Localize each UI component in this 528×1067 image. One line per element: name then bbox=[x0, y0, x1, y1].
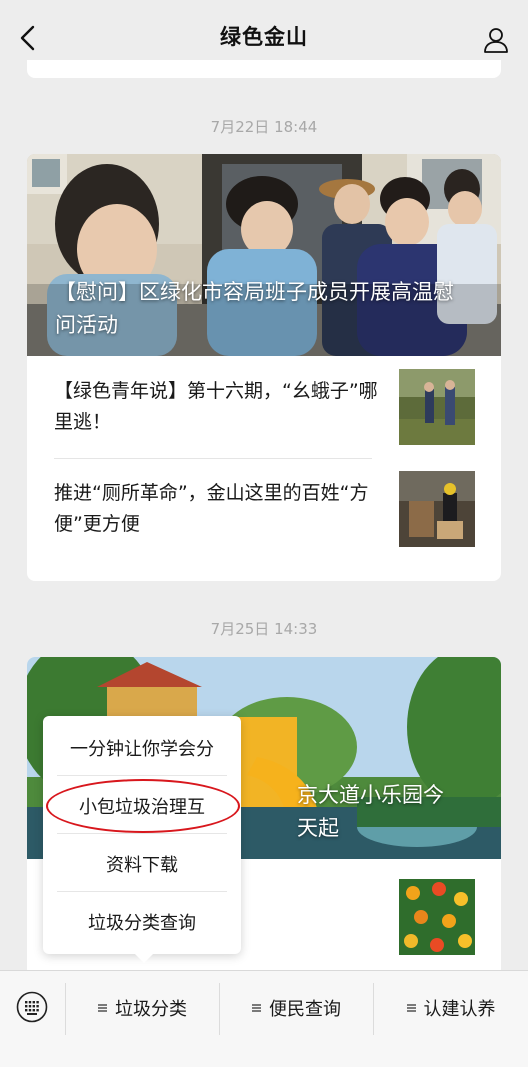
article-title: 【绿色青年说】第十六期，“幺蛾子”哪里逃！ bbox=[54, 380, 378, 433]
page-title: 绿色金山 bbox=[220, 25, 308, 49]
hero-article-title: 【慰问】区绿化市容局班子成员开展高温慰问活动 bbox=[55, 280, 454, 337]
submenu-divider bbox=[57, 833, 227, 834]
submenu-popup: 一分钟让你学会分 小包垃圾治理互 资料下载 垃圾分类查询 bbox=[43, 716, 241, 963]
article-title: 推进“厕所革命”，金山这里的百姓“方便”更方便 bbox=[54, 482, 369, 535]
user-icon[interactable] bbox=[482, 26, 510, 54]
submenu-divider bbox=[57, 775, 227, 776]
article-thumbnail bbox=[399, 879, 475, 955]
back-icon[interactable] bbox=[16, 24, 40, 52]
article-card: 【慰问】区绿化市容局班子成员开展高温慰问活动 【绿色青年说】第十六期，“幺蛾子”… bbox=[27, 154, 501, 581]
keyboard-icon[interactable] bbox=[16, 991, 48, 1023]
submenu-item[interactable]: 资料下载 bbox=[57, 835, 227, 893]
article-item[interactable]: 【绿色青年说】第十六期，“幺蛾子”哪里逃！ bbox=[27, 356, 501, 458]
bottom-menu-bar: 垃圾分类 便民查询 认建认养 bbox=[0, 970, 528, 1067]
article-thumbnail bbox=[399, 369, 475, 445]
menu-button-adopt[interactable]: 认建认养 bbox=[374, 991, 528, 1025]
highlight-circle-annotation bbox=[46, 779, 240, 833]
article-item[interactable]: 推进“厕所革命”，金山这里的百姓“方便”更方便 bbox=[27, 458, 501, 560]
submenu-divider bbox=[57, 891, 227, 892]
menu-lines-icon bbox=[406, 1004, 416, 1012]
submenu-caret bbox=[135, 954, 153, 963]
menu-label: 便民查询 bbox=[269, 999, 341, 1020]
submenu-item[interactable]: 垃圾分类查询 bbox=[57, 893, 227, 951]
submenu-item[interactable]: 一分钟让你学会分 bbox=[57, 719, 227, 777]
hero-article[interactable]: 【慰问】区绿化市容局班子成员开展高温慰问活动 bbox=[27, 154, 501, 356]
hero-article-title: 京大道小乐园今天起 bbox=[297, 783, 444, 840]
article-thumbnail bbox=[399, 471, 475, 547]
menu-label: 认建认养 bbox=[423, 999, 496, 1020]
menu-lines-icon bbox=[98, 1004, 107, 1012]
menu-lines-icon bbox=[252, 1004, 261, 1012]
previous-card-bottom bbox=[27, 60, 501, 78]
menu-button-garbage-sorting[interactable]: 垃圾分类 bbox=[66, 991, 219, 1025]
message-timestamp: 7月22日 18:44 bbox=[210, 118, 318, 136]
message-timestamp: 7月25日 14:33 bbox=[210, 620, 318, 638]
menu-button-public-services[interactable]: 便民查询 bbox=[220, 991, 373, 1025]
menu-label: 垃圾分类 bbox=[115, 999, 187, 1020]
